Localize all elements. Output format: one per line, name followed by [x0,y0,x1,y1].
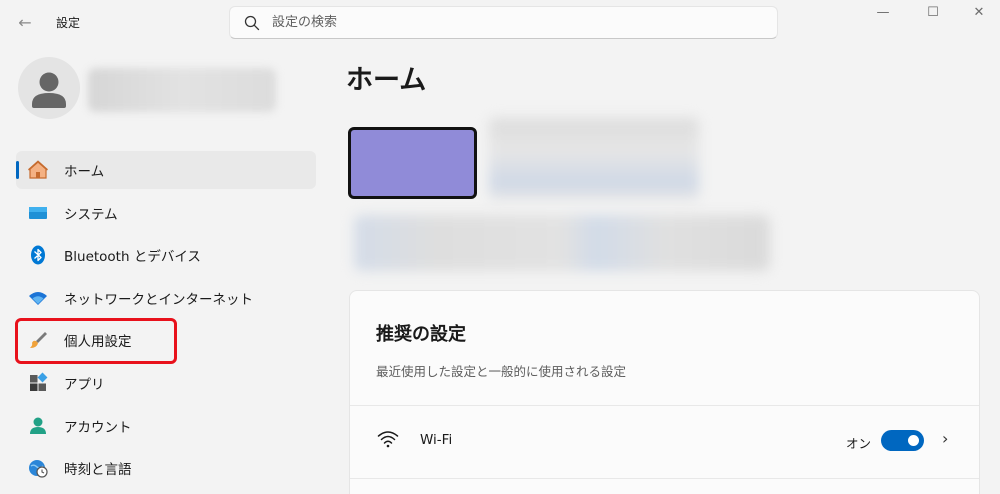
status-bar-blurred [354,215,770,271]
bluetooth-icon [26,243,50,267]
globe-clock-icon [26,456,50,480]
sidebar-item-time-language[interactable]: 時刻と言語 [16,449,316,487]
maximize-button[interactable]: ☐ [922,4,944,22]
minimize-button[interactable]: — [872,4,894,22]
avatar[interactable] [18,57,80,119]
card-subtitle: 最近使用した設定と一般的に使用される設定 [376,364,627,379]
apps-icon [26,371,50,395]
sidebar-item-label: システム [64,206,118,223]
sidebar-item-label: アカウント [64,419,132,436]
sidebar-item-label: ホーム [64,164,105,180]
account-icon [26,414,50,438]
network-icon [26,286,50,310]
profile-name-blurred [88,68,276,112]
system-icon [26,201,50,225]
sidebar-item-label: 時刻と言語 [64,462,132,479]
highlight-box [15,318,177,364]
device-info-blurred [489,118,699,200]
close-button[interactable]: ✕ [968,4,990,22]
home-icon [26,158,50,182]
page-title: ホーム [346,65,427,96]
sidebar-item-label: アプリ [64,376,105,393]
divider [350,478,979,479]
search-icon [244,15,260,31]
search-box[interactable] [229,6,778,39]
card-title: 推奨の設定 [376,324,466,345]
back-arrow-icon[interactable]: ← [14,12,36,34]
wifi-icon [377,431,399,448]
device-image [348,127,477,199]
wifi-setting-row[interactable]: Wi-Fi オン › [350,406,979,478]
toggle-knob [908,435,919,446]
sidebar-item-accounts[interactable]: アカウント [16,407,316,445]
sidebar-item-network[interactable]: ネットワークとインターネット [16,279,316,317]
wifi-label: Wi-Fi [420,432,453,448]
toggle-state-label: オン [846,436,872,451]
recommended-settings-card: 推奨の設定 最近使用した設定と一般的に使用される設定 Wi-Fi オン › [349,290,980,494]
search-input[interactable] [272,7,762,38]
sidebar-item-label: Bluetooth とデバイス [64,249,201,266]
app-title: 設定 [56,16,81,30]
sidebar-item-apps[interactable]: アプリ [16,364,316,402]
sidebar-item-system[interactable]: システム [16,194,316,232]
sidebar-item-home[interactable]: ホーム [16,151,316,189]
title-bar: ← 設定 — ☐ ✕ [0,0,1000,44]
wifi-toggle[interactable] [881,430,924,451]
user-icon [32,72,66,108]
chevron-right-icon[interactable]: › [942,429,948,448]
sidebar-item-label: ネットワークとインターネット [64,291,253,308]
sidebar-item-bluetooth[interactable]: Bluetooth とデバイス [16,236,316,274]
